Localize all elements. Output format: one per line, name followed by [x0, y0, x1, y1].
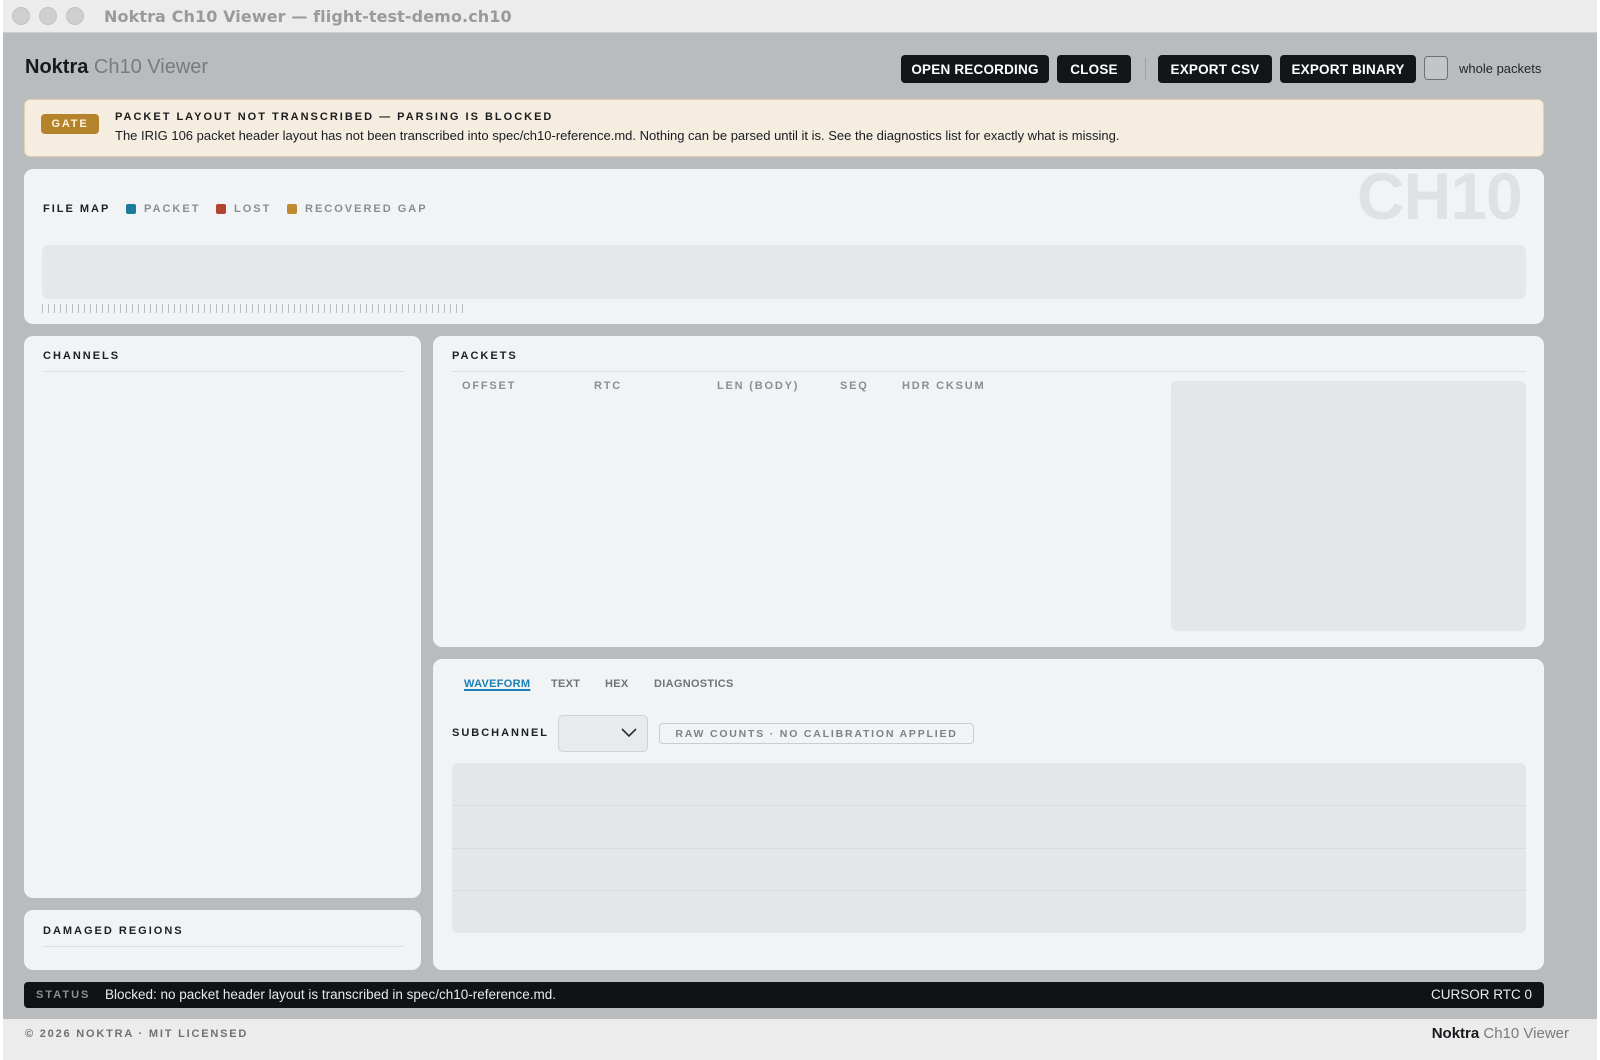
footer-brand: Noktra Ch10 Viewer	[1432, 1025, 1569, 1042]
export-binary-button[interactable]: EXPORT BINARY	[1280, 55, 1416, 83]
app-window: Noktra Ch10 Viewer — flight-test-demo.ch…	[3, 0, 1597, 1060]
copyright: © 2026 NOKTRA · MIT LICENSED	[25, 1028, 249, 1040]
chevron-down-icon	[621, 728, 637, 738]
legend-recovered-gap-label: RECOVERED GAP	[305, 203, 428, 215]
minimize-window-icon[interactable]	[39, 7, 57, 25]
tab-text[interactable]: TEXT	[551, 678, 580, 690]
damaged-regions-panel	[24, 910, 421, 970]
footer-brand-name: Noktra	[1431, 1025, 1480, 1042]
calibration-note: RAW COUNTS · NO CALIBRATION APPLIED	[659, 723, 974, 744]
maximize-window-icon[interactable]	[66, 7, 84, 25]
channels-panel	[24, 336, 421, 898]
cursor-rtc: CURSOR RTC 0	[1430, 987, 1532, 1002]
legend-lost: LOST	[216, 203, 271, 215]
window-titlebar: Noktra Ch10 Viewer — flight-test-demo.ch…	[3, 0, 1597, 33]
tab-diagnostics[interactable]: DIAGNOSTICS	[654, 678, 734, 690]
column-offset[interactable]: OFFSET	[462, 380, 516, 392]
waveform-gridline	[452, 805, 1526, 806]
file-map-ruler	[42, 304, 466, 313]
close-button[interactable]: CLOSE	[1057, 55, 1131, 83]
gate-title: PACKET LAYOUT NOT TRANSCRIBED — PARSING …	[115, 111, 554, 123]
gate-badge: GATE	[41, 114, 99, 134]
recovered-gap-swatch	[287, 204, 297, 214]
app-brand: Noktra Ch10 Viewer	[25, 56, 208, 79]
channels-label: CHANNELS	[43, 350, 121, 362]
legend-packet-label: PACKET	[144, 203, 201, 215]
status-bar: STATUS Blocked: no packet header layout …	[24, 982, 1544, 1008]
ch10-watermark: CH10	[1357, 159, 1523, 233]
gate-message: The IRIG 106 packet header layout has no…	[115, 128, 1120, 143]
window-title: Noktra Ch10 Viewer — flight-test-demo.ch…	[104, 7, 512, 26]
tab-waveform[interactable]: WAVEFORM	[464, 678, 530, 690]
subchannel-select[interactable]	[558, 715, 648, 752]
footer: © 2026 NOKTRA · MIT LICENSED Noktra Ch10…	[3, 1019, 1597, 1060]
column-rtc[interactable]: RTC	[594, 380, 622, 392]
legend-packet: PACKET	[126, 203, 200, 215]
tab-hex[interactable]: HEX	[605, 678, 629, 690]
whole-packets-checkbox[interactable]	[1424, 56, 1448, 80]
damaged-regions-label: DAMAGED REGIONS	[43, 925, 184, 937]
close-window-icon[interactable]	[12, 7, 30, 25]
lost-swatch	[216, 204, 226, 214]
channels-divider	[43, 371, 404, 372]
column-seq[interactable]: SEQ	[840, 380, 869, 392]
gate-banner: GATE PACKET LAYOUT NOT TRANSCRIBED — PAR…	[24, 99, 1544, 157]
whole-packets-label: whole packets	[1459, 61, 1542, 76]
file-map-track[interactable]	[42, 245, 1526, 299]
subchannel-label: SUBCHANNEL	[452, 727, 549, 739]
packets-label: PACKETS	[452, 350, 518, 362]
brand-name: Noktra	[25, 56, 89, 78]
packets-divider	[452, 371, 1526, 372]
legend-lost-label: LOST	[234, 203, 272, 215]
file-map-label: FILE MAP	[43, 203, 111, 215]
legend-recovered-gap: RECOVERED GAP	[287, 203, 428, 215]
damaged-regions-divider	[43, 946, 404, 947]
packet-swatch	[126, 204, 136, 214]
column-len-body[interactable]: LEN (BODY)	[717, 380, 799, 392]
status-message: Blocked: no packet header layout is tran…	[105, 987, 556, 1002]
column-hdr-cksum[interactable]: HDR CKSUM	[902, 380, 985, 392]
packet-detail-box	[1171, 381, 1526, 631]
header-divider	[1145, 58, 1146, 80]
waveform-plot[interactable]	[452, 763, 1526, 933]
waveform-gridline	[452, 848, 1526, 849]
brand-product: Ch10 Viewer	[93, 56, 209, 78]
footer-brand-product: Ch10 Viewer	[1483, 1025, 1569, 1042]
status-label: STATUS	[36, 989, 91, 1001]
export-csv-button[interactable]: EXPORT CSV	[1158, 55, 1272, 83]
open-recording-button[interactable]: OPEN RECORDING	[901, 55, 1049, 83]
waveform-gridline	[452, 890, 1526, 891]
